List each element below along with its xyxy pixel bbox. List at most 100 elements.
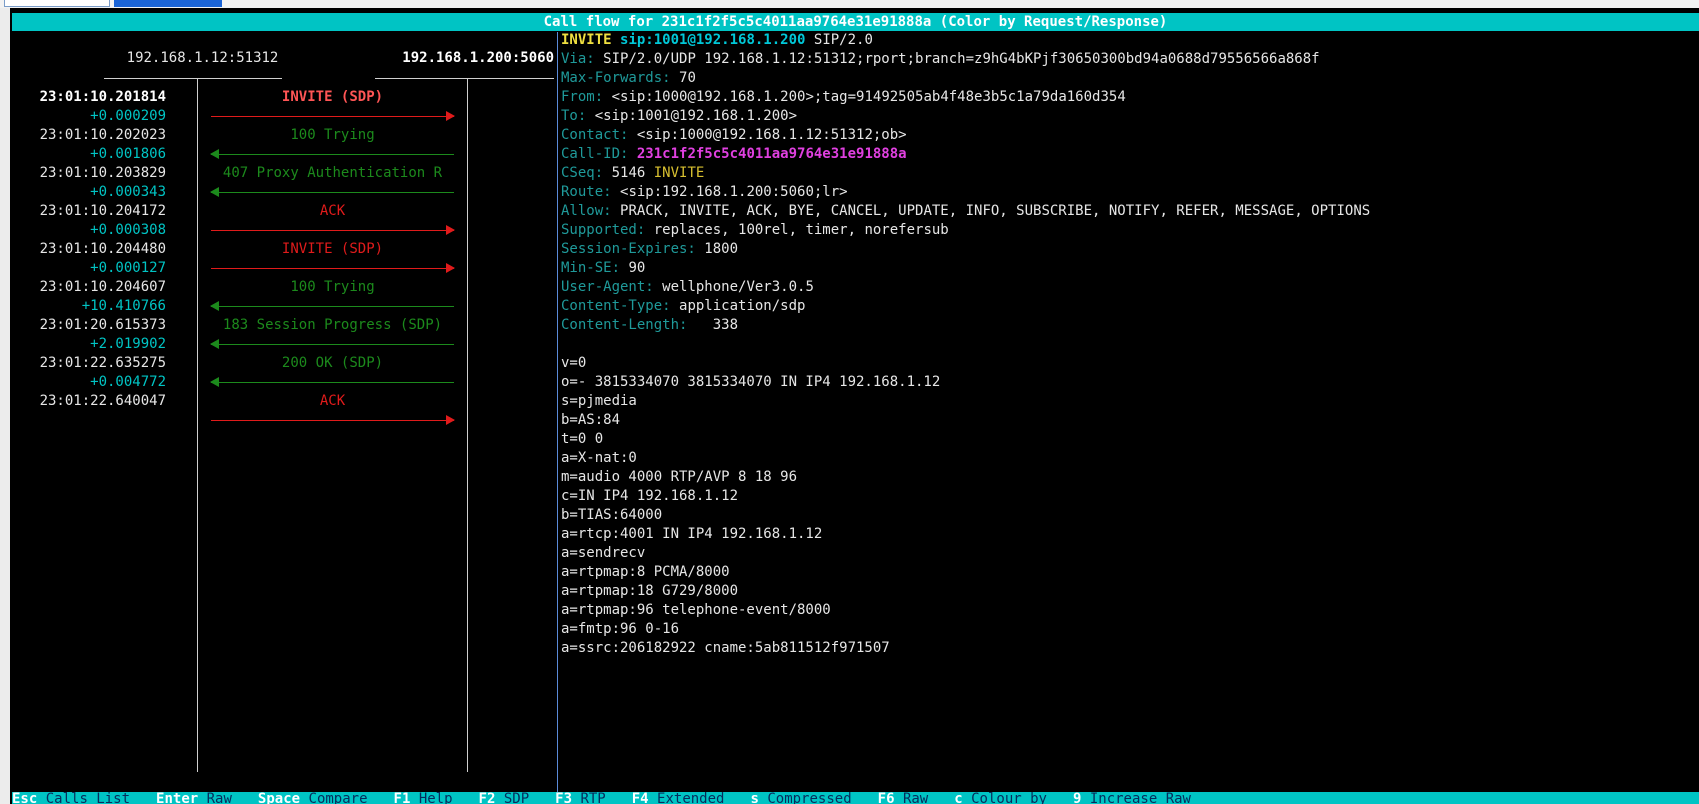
sdp-line: a=sendrecv [561, 545, 646, 561]
header-value: wellphone/Ver3.0.5 [662, 279, 814, 295]
header-value: <sip:1000@192.168.1.12:51312;ob> [636, 127, 907, 143]
flow-time[interactable]: 23:01:10.204607 [14, 278, 166, 297]
sip-header: Allow: PRACK, INVITE, ACK, BYE, CANCEL, … [561, 202, 1370, 221]
arrow-head-icon [446, 111, 455, 121]
shortcut-key[interactable]: F2 [479, 792, 496, 804]
flow-time[interactable]: 23:01:10.202023 [14, 126, 166, 145]
shortcut-label[interactable]: Raw [903, 792, 928, 804]
sip-header: Contact: <sip:1000@192.168.1.12:51312;ob… [561, 126, 907, 145]
shortcut-label[interactable]: Compressed [767, 792, 851, 804]
panel-divider[interactable] [557, 32, 558, 792]
header-name: User-Agent: [561, 279, 654, 295]
lifeline-right [467, 78, 468, 772]
flow-message-label[interactable]: 407 Proxy Authentication R [210, 164, 455, 183]
host-right: 192.168.1.200:5060 [402, 50, 554, 66]
flow-message-label[interactable]: ACK [210, 392, 455, 411]
sip-header: Call-ID: 231c1f2f5c5c4011aa9764e31e91888… [561, 145, 907, 164]
shortcut-bar: Esc Calls List Enter Raw Space Compare F1 H… [12, 792, 1699, 804]
flow-message-label[interactable]: 200 OK (SDP) [210, 354, 455, 373]
flow-message-label[interactable]: 183 Session Progress (SDP) [210, 316, 455, 335]
flow-arrow-left[interactable] [210, 377, 454, 387]
shortcut-label[interactable]: Extended [657, 792, 724, 804]
shortcut-key[interactable]: c [954, 792, 962, 804]
request-method: INVITE [561, 32, 612, 48]
shortcut-label[interactable]: Calls List [46, 792, 130, 804]
arrow-head-icon [210, 187, 219, 197]
shortcut-key[interactable]: Space [258, 792, 300, 804]
arrow-head-icon [210, 377, 219, 387]
shortcut-label[interactable]: Raw [207, 792, 232, 804]
shortcut-key[interactable]: Esc [12, 792, 37, 804]
flow-arrow-right[interactable] [211, 111, 455, 121]
shortcut-key[interactable]: Enter [156, 792, 198, 804]
shortcut-label[interactable]: RTP [580, 792, 605, 804]
host-right-underline [375, 78, 554, 79]
request-line: INVITE sip:1001@192.168.1.200 SIP/2.0 [561, 31, 873, 50]
shortcut-key[interactable]: F4 [632, 792, 649, 804]
flow-delta: +0.000127 [90, 260, 166, 276]
flow-time[interactable]: 23:01:10.203829 [14, 164, 166, 183]
header-value: application/sdp [679, 298, 806, 314]
host-left-underline [104, 78, 282, 79]
shortcut-label[interactable]: Colour by [971, 792, 1047, 804]
sip-header: Session-Expires: 1800 [561, 240, 738, 259]
flow-time[interactable]: 23:01:22.640047 [14, 392, 166, 411]
flow-message-label[interactable]: INVITE (SDP) [210, 88, 455, 107]
shortcut-key[interactable]: F6 [878, 792, 895, 804]
header-value: <sip:1000@192.168.1.200>;tag=91492505ab4… [611, 89, 1126, 105]
flow-time[interactable]: 23:01:10.204172 [14, 202, 166, 221]
sip-header: From: <sip:1000@192.168.1.200>;tag=91492… [561, 88, 1126, 107]
header-name: Call-ID: [561, 146, 629, 162]
shortcut-key[interactable]: s [750, 792, 758, 804]
top-tab-1[interactable] [4, 0, 110, 7]
header-name: CSeq: [561, 165, 604, 181]
sdp-line: s=pjmedia [561, 393, 637, 409]
flow-message-label[interactable]: INVITE (SDP) [210, 240, 455, 259]
arrow-head-icon [446, 225, 455, 235]
header-value: <sip:1001@192.168.1.200> [594, 108, 798, 124]
host-left: 192.168.1.12:51312 [126, 50, 279, 66]
flow-message-label[interactable]: 100 Trying [210, 126, 455, 145]
sip-header: Content-Type: application/sdp [561, 297, 805, 316]
cseq-method: INVITE [653, 165, 705, 181]
flow-time[interactable]: 23:01:10.201814 [14, 88, 166, 107]
flow-time[interactable]: 23:01:20.615373 [14, 316, 166, 335]
flow-arrow-left[interactable] [210, 149, 454, 159]
sdp-line: a=fmtp:96 0-16 [561, 621, 680, 637]
shortcut-key[interactable]: F1 [394, 792, 411, 804]
header-value: replaces, 100rel, timer, norefersub [653, 222, 949, 238]
top-tab-2[interactable] [114, 0, 222, 7]
header-name: Content-Length: [561, 317, 688, 333]
shortcut-key[interactable]: 9 [1073, 792, 1081, 804]
header-name: Min-SE: [561, 260, 621, 276]
flow-delta: +0.000209 [90, 108, 166, 124]
flow-arrow-right[interactable] [211, 225, 455, 235]
header-name: To: [561, 108, 587, 124]
flow-message-label[interactable]: ACK [210, 202, 455, 221]
flow-time[interactable]: 23:01:22.635275 [14, 354, 166, 373]
flow-time[interactable]: 23:01:10.204480 [14, 240, 166, 259]
shortcut-key[interactable]: F3 [555, 792, 572, 804]
header-name: Supported: [561, 222, 646, 238]
header-name: Content-Type: [561, 298, 671, 314]
shortcut-label[interactable]: Compare [309, 792, 368, 804]
flow-delta: +10.410766 [81, 298, 166, 314]
header-value: 5146 [611, 165, 646, 181]
shortcut-label[interactable]: Help [419, 792, 453, 804]
shortcut-label[interactable]: SDP [504, 792, 529, 804]
flow-arrow-left[interactable] [210, 301, 454, 311]
shortcut-label[interactable]: Increase Raw [1090, 792, 1191, 804]
flow-message-label[interactable]: 100 Trying [210, 278, 455, 297]
flow-arrow-right[interactable] [211, 263, 455, 273]
header-value: SIP/2.0/UDP 192.168.1.12:51312;rport;bra… [603, 51, 1320, 67]
sip-header: CSeq: 5146 INVITE [561, 164, 704, 183]
left-border [0, 8, 10, 804]
flow-delta: +0.000343 [90, 184, 166, 200]
flow-arrow-left[interactable] [210, 187, 454, 197]
sip-header: Content-Length: 338 [561, 316, 738, 335]
request-uri: sip:1001@192.168.1.200 [620, 32, 806, 48]
flow-arrow-right[interactable] [211, 415, 455, 425]
flow-arrow-left[interactable] [210, 339, 454, 349]
flow-delta: +0.004772 [90, 374, 166, 390]
header-value: 1800 [704, 241, 739, 257]
